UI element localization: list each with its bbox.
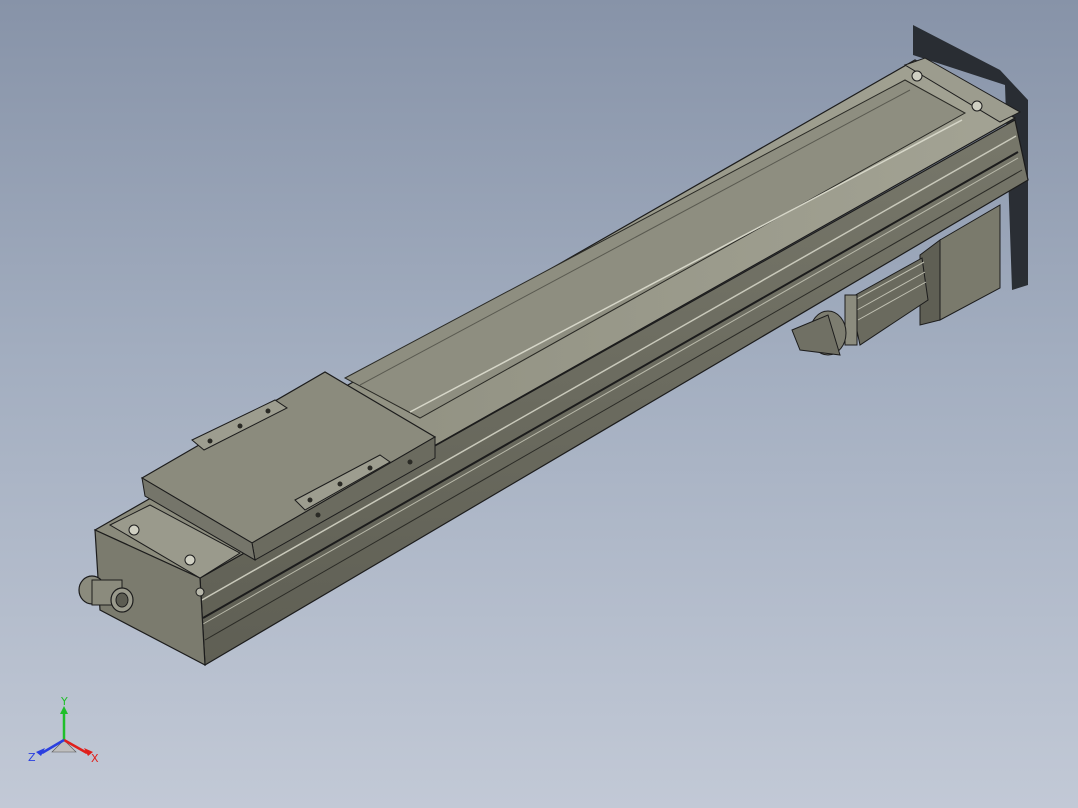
bracket-screw: [265, 408, 271, 414]
mounting-hole: [971, 100, 983, 112]
mounting-hole: [128, 524, 140, 536]
linear-actuator-model[interactable]: [0, 0, 1078, 808]
carriage-screw: [407, 459, 413, 465]
bracket-screw: [237, 423, 243, 429]
bracket-screw: [367, 465, 373, 471]
motor-flange: [844, 294, 858, 346]
mounting-hole: [184, 554, 196, 566]
bracket-screw: [207, 438, 213, 444]
bracket-screw: [307, 497, 313, 503]
end-cap-screw: [195, 587, 205, 597]
cad-graphics-viewport[interactable]: Y X Z: [0, 0, 1078, 808]
triad-x-label: X: [91, 752, 99, 765]
actuator-body[interactable]: [93, 57, 1029, 667]
triad-y-label: Y: [60, 695, 68, 708]
bracket-screw: [337, 481, 343, 487]
carriage-screw: [315, 512, 321, 518]
body-edge-highlight: [201, 135, 1017, 601]
orientation-triad[interactable]: Y X Z: [20, 690, 110, 780]
triad-z-label: Z: [28, 751, 36, 764]
mounting-hole: [911, 70, 923, 82]
